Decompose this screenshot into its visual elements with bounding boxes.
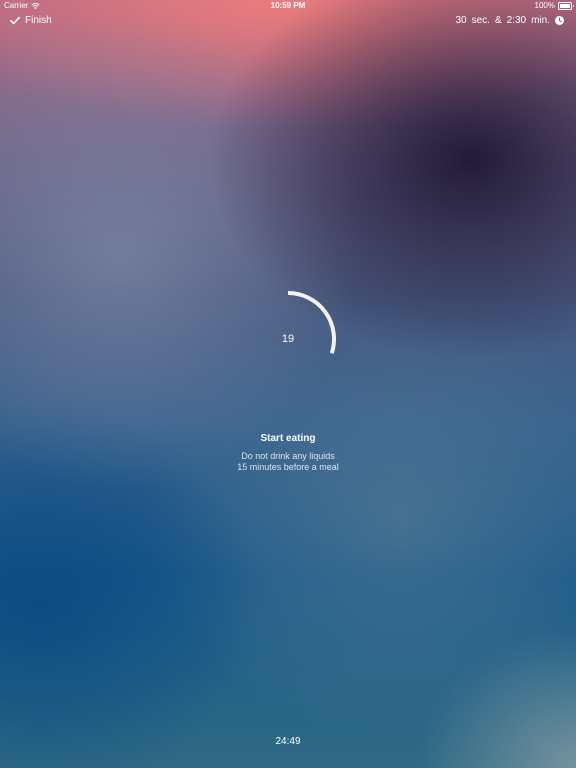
durations-separator: &	[494, 14, 502, 26]
battery-icon	[558, 1, 574, 10]
battery-percent: 100%	[534, 1, 555, 10]
elapsed-time: 24:49	[275, 736, 301, 747]
durations-selector[interactable]: 30 sec. & 2:30 min.	[455, 13, 564, 27]
check-icon	[10, 16, 20, 24]
finish-label: Finish	[25, 14, 52, 26]
minutes-value: 2:30	[506, 14, 527, 26]
seconds-unit: sec.	[471, 14, 490, 26]
instruction-line: Do not drink any liquids	[241, 451, 335, 461]
instruction-line: 15 minutes before a meal	[237, 462, 339, 472]
minutes-unit: min.	[531, 14, 550, 26]
instruction-title: Start eating	[260, 433, 316, 444]
battery-indicator: 100%	[534, 1, 574, 10]
clock-icon	[555, 15, 564, 25]
instruction-text: Do not drink any liquids 15 minutes befo…	[0, 451, 576, 473]
status-bar: Carrier 10:59 PM 100%	[0, 0, 576, 12]
seconds-value: 30	[455, 14, 467, 26]
status-time: 10:59 PM	[270, 1, 306, 10]
finish-button[interactable]: Finish	[10, 13, 52, 27]
timer-value: 19	[281, 333, 295, 345]
